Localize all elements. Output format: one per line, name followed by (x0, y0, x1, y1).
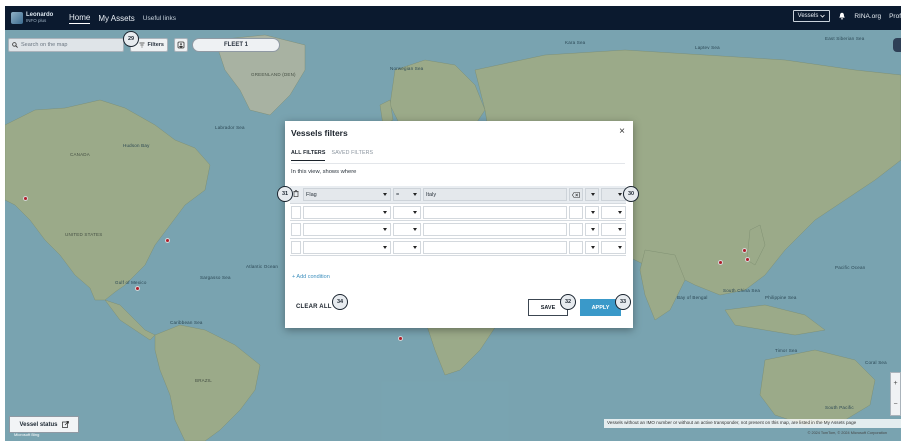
caret-down-icon (618, 228, 622, 231)
caret-down-icon (618, 210, 622, 214)
row-checkbox[interactable] (291, 205, 301, 219)
field-select[interactable] (303, 240, 391, 254)
clear-value-button[interactable] (569, 240, 583, 254)
logic-select[interactable] (585, 205, 599, 219)
caret-down-icon (413, 193, 417, 196)
vessel-status-button[interactable]: Vessel status (9, 416, 79, 433)
organization-link[interactable]: RINA.org (854, 13, 881, 20)
filter-icon (139, 42, 145, 48)
zoom-control: + − (890, 372, 901, 416)
tab-all-filters[interactable]: ALL FILTERS (291, 150, 326, 161)
map-copyright: © 2024 TomTom, © 2024 Microsoft Corporat… (807, 431, 887, 435)
vessels-select-value: Vessels (797, 13, 819, 19)
caret-down-icon (383, 228, 387, 231)
map-search-placeholder: Search on the map (21, 42, 68, 48)
value-input[interactable]: Italy (423, 188, 567, 201)
vessels-select[interactable]: Vessels (792, 10, 831, 22)
ship-icon (177, 41, 185, 49)
group-select[interactable] (601, 240, 626, 254)
caret-down-icon (618, 193, 622, 196)
dialog-title: Vessels filters (291, 128, 348, 138)
logo-icon (11, 12, 23, 24)
caret-down-icon (591, 193, 595, 196)
annotation-badge: 31 (277, 186, 293, 202)
filter-row (290, 204, 626, 221)
operator-select[interactable]: = (393, 188, 421, 201)
top-navigation-bar: Leonardo INFO plus Home My Assets Useful… (5, 6, 901, 30)
logo-subtitle: INFO plus (26, 18, 47, 23)
tab-divider (291, 163, 625, 164)
caret-down-icon (591, 228, 595, 231)
tab-saved-filters[interactable]: SAVED FILTERS (331, 150, 373, 161)
group-select[interactable] (601, 205, 626, 219)
trash-icon[interactable] (293, 190, 299, 197)
vessel-status-label: Vessel status (19, 421, 58, 428)
filter-row: Flag = Italy (290, 186, 626, 204)
row-checkbox[interactable] (291, 240, 301, 254)
logic-select[interactable] (585, 223, 599, 236)
filters-button-label: Filters (147, 42, 164, 48)
dialog-subtitle: In this view, shows where (291, 169, 357, 175)
filter-conditions-table: Flag = Italy (290, 186, 626, 256)
add-condition-link[interactable]: + Add condition (292, 274, 330, 280)
value-input[interactable] (423, 223, 567, 236)
zoom-out-button[interactable]: − (893, 401, 897, 408)
logic-select[interactable] (585, 188, 599, 201)
nav-home[interactable]: Home (69, 13, 91, 24)
field-select-value: Flag (306, 191, 317, 198)
map-disclaimer-note: Vessels without an IMO number or without… (604, 419, 901, 428)
caret-down-icon (383, 193, 387, 196)
close-icon[interactable]: × (619, 127, 625, 137)
annotation-badge: 34 (332, 294, 348, 310)
annotation-badge: 30 (623, 186, 639, 202)
caret-down-icon (618, 245, 622, 249)
operator-select-value: = (396, 191, 400, 198)
value-input[interactable] (423, 240, 567, 254)
caret-down-icon (591, 210, 595, 214)
profile-link[interactable]: Prof (889, 13, 901, 20)
logic-select[interactable] (585, 240, 599, 254)
zoom-in-button[interactable]: + (893, 380, 897, 387)
nav-useful-links[interactable]: Useful links (143, 15, 176, 22)
operator-select[interactable] (393, 223, 421, 236)
caret-down-icon (413, 245, 417, 249)
operator-select[interactable] (393, 205, 421, 219)
group-select[interactable] (601, 223, 626, 236)
map-search-input[interactable]: Search on the map (8, 38, 124, 52)
operator-select[interactable] (393, 240, 421, 254)
field-select[interactable] (303, 223, 391, 236)
value-input[interactable] (423, 205, 567, 219)
value-input-text: Italy (426, 191, 437, 198)
caret-down-icon (383, 245, 387, 249)
backspace-icon (572, 191, 580, 198)
fleet-selector[interactable]: FLEET 1 (192, 38, 280, 52)
filter-row (290, 221, 626, 239)
field-select[interactable] (303, 205, 391, 219)
caret-down-icon (413, 228, 417, 231)
caret-down-icon (383, 210, 387, 214)
caret-down-icon (413, 210, 417, 214)
map-side-panel-toggle[interactable] (893, 38, 901, 52)
annotation-badge: 32 (560, 294, 576, 310)
filter-row (290, 239, 626, 256)
search-icon (12, 42, 18, 48)
clear-all-button[interactable]: CLEAR ALL (296, 304, 332, 310)
annotation-badge: 33 (615, 294, 631, 310)
field-select[interactable]: Flag (303, 188, 391, 201)
clear-value-button[interactable] (569, 223, 583, 236)
annotation-badge: 29 (123, 31, 139, 47)
fleet-icon-button[interactable] (174, 38, 188, 52)
map-provider-logo: Microsoft Bing (14, 432, 40, 437)
external-link-icon (61, 421, 69, 428)
nav-my-assets[interactable]: My Assets (98, 14, 134, 23)
app-logo[interactable]: Leonardo INFO plus (11, 12, 63, 24)
clear-value-button[interactable] (569, 188, 583, 201)
app-window: Leonardo INFO plus Home My Assets Useful… (0, 0, 901, 441)
bell-icon[interactable] (838, 12, 846, 20)
chevron-down-icon (820, 14, 826, 18)
row-checkbox[interactable] (291, 223, 301, 236)
clear-value-button[interactable] (569, 205, 583, 219)
caret-down-icon (591, 245, 595, 249)
